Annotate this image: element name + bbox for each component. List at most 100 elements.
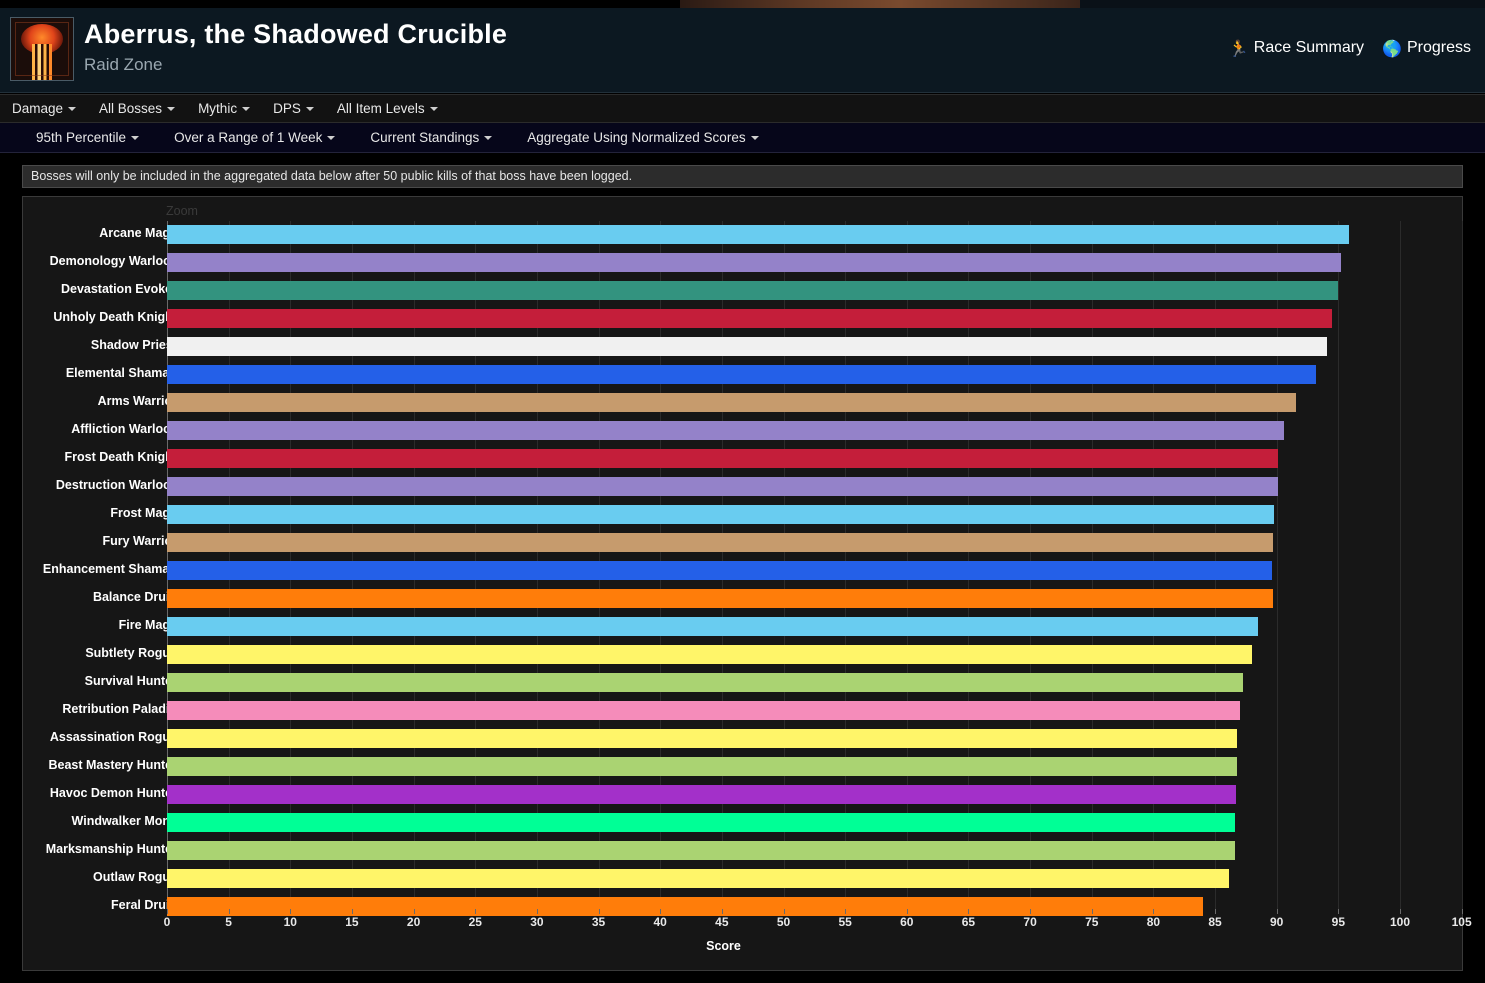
spec-label[interactable]: Arms Warrior <box>98 394 177 408</box>
chart-row[interactable]: Frost Death Knight <box>23 445 1464 473</box>
filter-item-time-range[interactable]: Over a Range of 1 Week <box>162 123 346 152</box>
x-tick-mark <box>228 909 230 914</box>
spec-label[interactable]: Elemental Shaman <box>66 366 177 380</box>
spec-label[interactable]: Assassination Rogue <box>50 730 177 744</box>
chart-row[interactable]: Beast Mastery Hunter <box>23 753 1464 781</box>
spec-label[interactable]: Destruction Warlock <box>56 478 177 492</box>
x-tick-mark <box>1400 909 1401 914</box>
spec-bar[interactable] <box>167 253 1341 272</box>
spec-label[interactable]: Windwalker Monk <box>72 814 177 828</box>
x-tick-label: 80 <box>1146 915 1161 929</box>
spec-bar[interactable] <box>167 393 1297 412</box>
chart-row[interactable]: Frost Mage <box>23 501 1464 529</box>
chart-row[interactable]: Windwalker Monk <box>23 809 1464 837</box>
spec-label[interactable]: Unholy Death Knight <box>53 310 177 324</box>
chart-row[interactable]: Retribution Paladin <box>23 697 1464 725</box>
chart-row[interactable]: Unholy Death Knight <box>23 305 1464 333</box>
chart-row[interactable]: Fire Mage <box>23 613 1464 641</box>
spec-bar[interactable] <box>167 309 1333 328</box>
menu-item-mythic[interactable]: Mythic <box>186 95 261 123</box>
x-tick-mark <box>598 909 600 914</box>
spec-bar[interactable] <box>167 365 1317 384</box>
spec-bar[interactable] <box>167 421 1285 440</box>
x-tick-mark <box>721 909 723 914</box>
chart-row[interactable]: Arcane Mage <box>23 221 1464 249</box>
progress-label: Progress <box>1406 39 1471 56</box>
spec-bar[interactable] <box>167 869 1229 888</box>
spec-bar[interactable] <box>167 477 1278 496</box>
filter-item-standings[interactable]: Current Standings <box>358 123 503 152</box>
spec-label[interactable]: Outlaw Rogue <box>93 870 177 884</box>
spec-bar[interactable] <box>167 645 1253 664</box>
title-block: Aberrus, the Shadowed Crucible Raid Zone <box>84 18 507 77</box>
x-tick-label: 95 <box>1331 915 1346 929</box>
spec-label[interactable]: Subtlety Rogue <box>85 646 177 660</box>
chart-row[interactable]: Balance Druid <box>23 585 1464 613</box>
filter-item-aggregation-label: Aggregate Using Normalized Scores <box>527 130 746 145</box>
chart-row[interactable]: Devastation Evoker <box>23 277 1464 305</box>
chart-row[interactable]: Feral Druid <box>23 893 1464 921</box>
chart-row[interactable]: Elemental Shaman <box>23 361 1464 389</box>
spec-label[interactable]: Balance Druid <box>93 590 177 604</box>
spec-label[interactable]: Fury Warrior <box>102 534 177 548</box>
spec-label[interactable]: Beast Mastery Hunter <box>48 758 177 772</box>
chart-row[interactable]: Survival Hunter <box>23 669 1464 697</box>
spec-bar[interactable] <box>167 729 1238 748</box>
spec-bar[interactable] <box>167 841 1235 860</box>
chart-row[interactable]: Affliction Warlock <box>23 417 1464 445</box>
spec-bar[interactable] <box>167 561 1272 580</box>
menu-item-all-item-levels[interactable]: All Item Levels <box>325 95 449 123</box>
spec-label[interactable]: Enhancement Shaman <box>43 562 177 576</box>
menu-item-all-bosses[interactable]: All Bosses <box>87 95 186 123</box>
spec-label[interactable]: Affliction Warlock <box>71 422 177 436</box>
spec-label[interactable]: Marksmanship Hunter <box>46 842 177 856</box>
race-summary-link[interactable]: 🏃 Race Summary <box>1229 39 1364 59</box>
spec-bar[interactable] <box>167 533 1273 552</box>
spec-label[interactable]: Havoc Demon Hunter <box>50 786 177 800</box>
spec-bar[interactable] <box>167 589 1273 608</box>
x-tick-mark <box>906 909 908 914</box>
x-tick-mark <box>1153 909 1155 914</box>
spec-label[interactable]: Retribution Paladin <box>62 702 177 716</box>
header-links: 🏃 Race Summary 🌎 Progress <box>1211 39 1471 59</box>
spec-bar[interactable] <box>167 701 1240 720</box>
spec-bar[interactable] <box>167 897 1203 916</box>
chart-row[interactable]: Havoc Demon Hunter <box>23 781 1464 809</box>
x-tick-mark <box>413 909 415 914</box>
spec-bar[interactable] <box>167 505 1275 524</box>
x-tick-mark <box>968 909 970 914</box>
chart-row[interactable]: Demonology Warlock <box>23 249 1464 277</box>
filter-item-aggregation[interactable]: Aggregate Using Normalized Scores <box>515 123 769 152</box>
spec-bar[interactable] <box>167 673 1244 692</box>
spec-label[interactable]: Shadow Priest <box>91 338 177 352</box>
spec-bar[interactable] <box>167 813 1235 832</box>
spec-label[interactable]: Survival Hunter <box>85 674 177 688</box>
spec-bar[interactable] <box>167 617 1259 636</box>
chart-row[interactable]: Enhancement Shaman <box>23 557 1464 585</box>
spec-label[interactable]: Devastation Evoker <box>61 282 177 296</box>
spec-bar[interactable] <box>167 281 1339 300</box>
spec-label[interactable]: Arcane Mage <box>99 226 177 240</box>
chart-row[interactable]: Shadow Priest <box>23 333 1464 361</box>
chart-row[interactable]: Outlaw Rogue <box>23 865 1464 893</box>
menu-item-damage[interactable]: Damage <box>0 95 87 123</box>
spec-bar[interactable] <box>167 757 1238 776</box>
spec-bar[interactable] <box>167 225 1350 244</box>
spec-bar[interactable] <box>167 337 1328 356</box>
menu-item-dps[interactable]: DPS <box>261 95 325 123</box>
chart-row[interactable]: Assassination Rogue <box>23 725 1464 753</box>
chart-row[interactable]: Fury Warrior <box>23 529 1464 557</box>
x-tick-label: 40 <box>653 915 667 929</box>
spec-label[interactable]: Frost Death Knight <box>65 450 178 464</box>
chart-row[interactable]: Subtlety Rogue <box>23 641 1464 669</box>
spec-bar[interactable] <box>167 785 1236 804</box>
spec-label[interactable]: Demonology Warlock <box>50 254 177 268</box>
chart-row[interactable]: Arms Warrior <box>23 389 1464 417</box>
spec-bar[interactable] <box>167 449 1278 468</box>
menu-item-dps-label: DPS <box>273 101 301 116</box>
filter-item-percentile[interactable]: 95th Percentile <box>24 123 150 152</box>
race-summary-label: Race Summary <box>1253 39 1365 56</box>
chart-row[interactable]: Marksmanship Hunter <box>23 837 1464 865</box>
chart-row[interactable]: Destruction Warlock <box>23 473 1464 501</box>
progress-link[interactable]: 🌎 Progress <box>1382 39 1471 59</box>
